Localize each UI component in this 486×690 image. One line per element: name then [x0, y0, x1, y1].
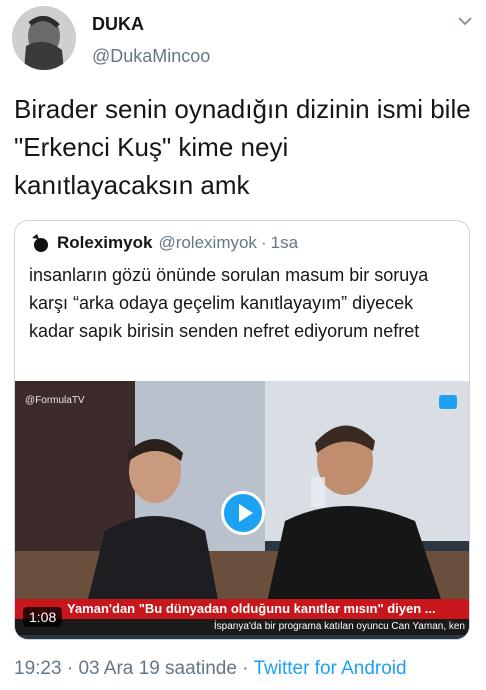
quoted-tweet-header: Roleximyok @roleximyok · 1sa: [29, 231, 298, 255]
quoted-tweet[interactable]: Roleximyok @roleximyok · 1sa insanların …: [14, 220, 470, 640]
video-watermark: @FormulaTV: [25, 395, 85, 406]
tv-badge-icon: [439, 395, 457, 409]
news-subticker: İspanya'da bir programa katılan oyuncu C…: [15, 619, 469, 635]
avatar[interactable]: [12, 6, 76, 70]
news-ticker: Yaman'dan "Bu dünyadan olduğunu kanıtlar…: [15, 599, 469, 619]
display-name[interactable]: DUKA: [92, 14, 144, 35]
source-app-link[interactable]: Twitter for Android: [253, 658, 406, 679]
tweet-footer: 19:23 · 03 Ara 19 saatinde · Twitter for…: [14, 658, 407, 680]
footer-separator: ·: [61, 658, 79, 679]
tweet-text: Birader senin oynadığın dizinin ismi bil…: [14, 94, 471, 200]
separator-dot: ·: [260, 233, 267, 252]
play-icon[interactable]: [221, 491, 265, 535]
tweet-time: 19:23: [14, 658, 62, 679]
chevron-down-icon[interactable]: [456, 14, 474, 28]
tweet-header: DUKA @DukaMincoo: [0, 0, 486, 80]
avatar-photo: [12, 6, 76, 70]
quoted-tweet-text: insanların gözü önünde sorulan masum bir…: [29, 265, 429, 341]
user-handle[interactable]: @DukaMincoo: [92, 46, 210, 67]
video-player[interactable]: @FormulaTV Yaman'dan "Bu dünyadan olduğu…: [15, 381, 469, 639]
quoted-handle[interactable]: @roleximyok: [158, 233, 257, 253]
quoted-avatar[interactable]: [29, 232, 51, 254]
tweet-date: 03 Ara 19 saatinde: [78, 658, 237, 679]
video-duration: 1:08: [23, 607, 63, 627]
footer-separator: ·: [236, 658, 254, 679]
quoted-time: 1sa: [270, 233, 299, 252]
quoted-display-name[interactable]: Roleximyok: [57, 233, 152, 253]
